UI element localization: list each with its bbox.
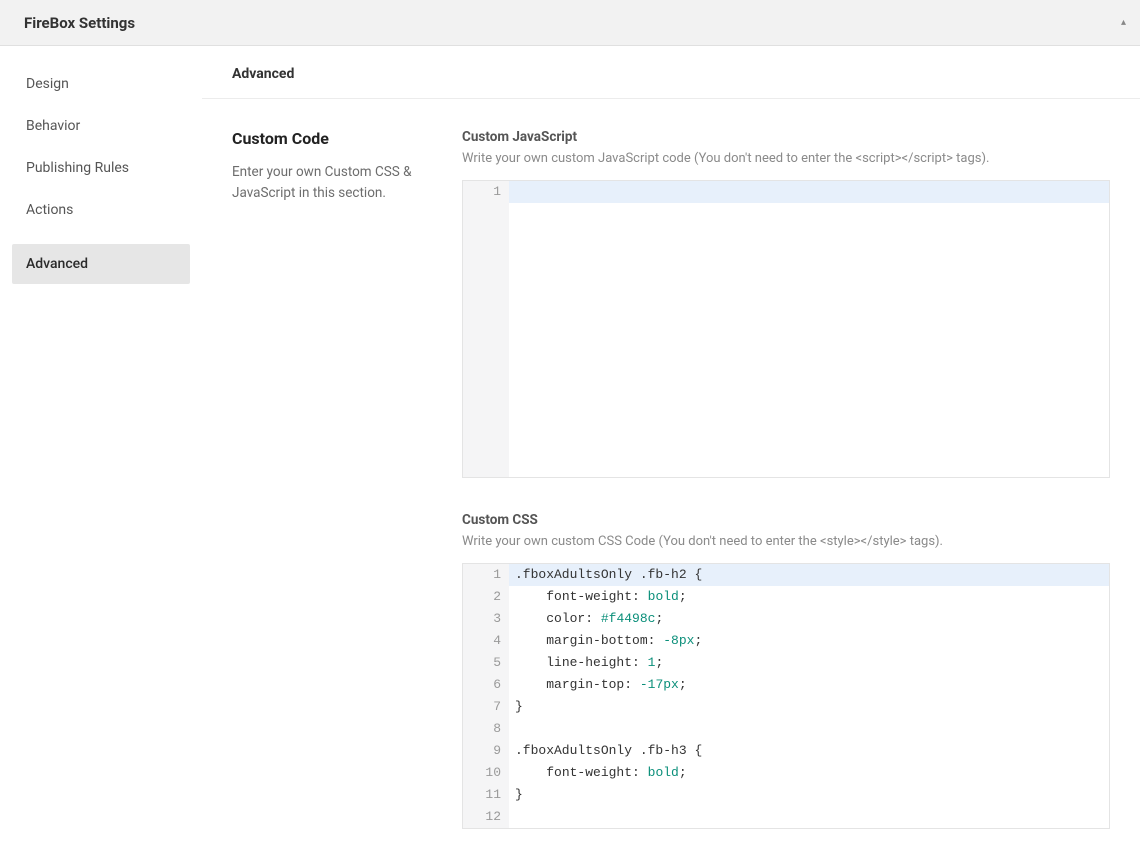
sidebar-item-label: Publishing Rules xyxy=(26,160,129,176)
line-content[interactable]: line-height: 1; xyxy=(509,652,1109,674)
custom-css-editor[interactable]: 1.fboxAdultsOnly .fb-h2 {2 font-weight: … xyxy=(462,563,1110,829)
line-number: 7 xyxy=(463,696,509,718)
editor-line: 1.fboxAdultsOnly .fb-h2 { xyxy=(463,564,1109,586)
sidebar-item-label: Design xyxy=(26,76,69,92)
custom-css-label: Custom CSS xyxy=(462,512,1110,528)
custom-css-help: Write your own custom CSS Code (You don'… xyxy=(462,534,1110,549)
page-title: Advanced xyxy=(232,66,1110,82)
section-intro-title: Custom Code xyxy=(232,129,422,148)
editor-line: 8 xyxy=(463,718,1109,740)
line-content[interactable]: margin-bottom: -8px; xyxy=(509,630,1109,652)
editor-line: 6 margin-top: -17px; xyxy=(463,674,1109,696)
editor-line: 1 xyxy=(463,181,1109,203)
settings-sidebar: Design Behavior Publishing Rules Actions… xyxy=(0,46,202,850)
sidebar-item-advanced[interactable]: Advanced xyxy=(12,244,190,284)
editor-line: 10 font-weight: bold; xyxy=(463,762,1109,784)
line-content[interactable] xyxy=(509,718,1109,740)
editor-line: 4 margin-bottom: -8px; xyxy=(463,630,1109,652)
editor-line: 3 color: #f4498c; xyxy=(463,608,1109,630)
line-content[interactable] xyxy=(509,806,1109,828)
line-content[interactable] xyxy=(509,181,1109,203)
line-number: 1 xyxy=(463,564,509,586)
line-content[interactable]: margin-top: -17px; xyxy=(509,674,1109,696)
section-intro-description: Enter your own Custom CSS & JavaScript i… xyxy=(232,162,422,204)
line-number: 8 xyxy=(463,718,509,740)
line-number: 3 xyxy=(463,608,509,630)
line-number: 2 xyxy=(463,586,509,608)
editor-line: 12 xyxy=(463,806,1109,828)
line-number: 6 xyxy=(463,674,509,696)
sidebar-item-label: Actions xyxy=(26,202,73,218)
line-number: 11 xyxy=(463,784,509,806)
editor-line: 9.fboxAdultsOnly .fb-h3 { xyxy=(463,740,1109,762)
line-content[interactable]: color: #f4498c; xyxy=(509,608,1109,630)
sidebar-item-label: Advanced xyxy=(26,256,88,272)
custom-js-field: Custom JavaScript Write your own custom … xyxy=(462,129,1110,478)
panel-title: FireBox Settings xyxy=(24,14,135,32)
custom-js-help: Write your own custom JavaScript code (Y… xyxy=(462,151,1110,166)
line-content[interactable]: .fboxAdultsOnly .fb-h3 { xyxy=(509,740,1109,762)
line-content[interactable]: .fboxAdultsOnly .fb-h2 { xyxy=(509,564,1109,586)
custom-css-field: Custom CSS Write your own custom CSS Cod… xyxy=(462,512,1110,829)
editor-line: 2 font-weight: bold; xyxy=(463,586,1109,608)
sidebar-item-label: Behavior xyxy=(26,118,80,134)
content-header: Advanced xyxy=(202,46,1140,99)
sidebar-item-behavior[interactable]: Behavior xyxy=(12,106,190,146)
line-content[interactable]: } xyxy=(509,696,1109,718)
line-number: 1 xyxy=(463,181,509,203)
line-content[interactable]: } xyxy=(509,784,1109,806)
section-intro: Custom Code Enter your own Custom CSS & … xyxy=(232,129,422,850)
sidebar-item-publishing-rules[interactable]: Publishing Rules xyxy=(12,148,190,188)
sidebar-item-actions[interactable]: Actions xyxy=(12,190,190,230)
line-content[interactable]: font-weight: bold; xyxy=(509,586,1109,608)
editor-line: 5 line-height: 1; xyxy=(463,652,1109,674)
line-content[interactable]: font-weight: bold; xyxy=(509,762,1109,784)
line-number: 10 xyxy=(463,762,509,784)
panel-header: FireBox Settings ▴ xyxy=(0,0,1140,46)
collapse-toggle-icon[interactable]: ▴ xyxy=(1121,17,1126,28)
editor-line: 7} xyxy=(463,696,1109,718)
sidebar-item-design[interactable]: Design xyxy=(12,64,190,104)
editor-line: 11} xyxy=(463,784,1109,806)
line-number: 4 xyxy=(463,630,509,652)
custom-js-editor[interactable]: 1 xyxy=(462,180,1110,478)
custom-js-label: Custom JavaScript xyxy=(462,129,1110,145)
line-number: 12 xyxy=(463,806,509,828)
line-number: 9 xyxy=(463,740,509,762)
line-number: 5 xyxy=(463,652,509,674)
